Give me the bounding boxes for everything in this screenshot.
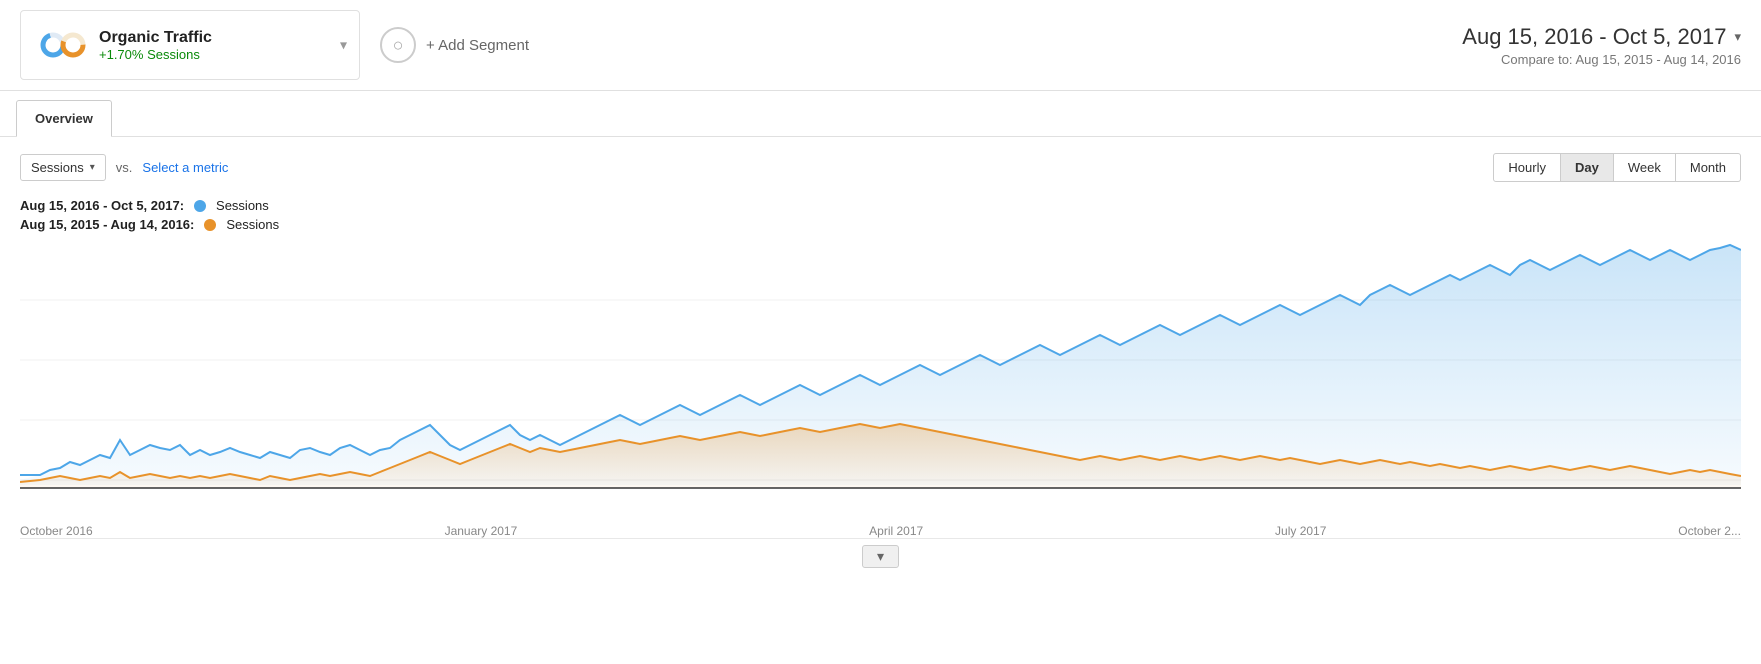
legend-row-1: Aug 15, 2016 - Oct 5, 2017: Sessions: [20, 198, 1741, 213]
x-label-oct2017: October 2...: [1678, 524, 1741, 538]
time-buttons: Hourly Day Week Month: [1493, 153, 1741, 182]
chart-container: [20, 240, 1741, 520]
vs-label: vs.: [116, 160, 133, 175]
metric-dropdown[interactable]: Sessions ▾: [20, 154, 106, 181]
add-segment-circle-icon: ○: [380, 27, 416, 63]
legend-dot-blue: [194, 200, 206, 212]
date-range-compare: Compare to: Aug 15, 2015 - Aug 14, 2016: [1462, 52, 1741, 67]
scrollbar-area: ▾: [0, 539, 1761, 574]
compare-prefix: Compare to:: [1501, 52, 1573, 67]
segment-panel: Organic Traffic +1.70% Sessions ▾ ○ + Ad…: [20, 10, 1462, 80]
metric-label: Sessions: [31, 160, 84, 175]
legend-date-1: Aug 15, 2016 - Oct 5, 2017:: [20, 198, 184, 213]
add-segment-label: + Add Segment: [426, 37, 529, 54]
x-label-jul2017: July 2017: [1275, 524, 1326, 538]
add-segment-button[interactable]: ○ + Add Segment: [380, 27, 529, 63]
segment-card[interactable]: Organic Traffic +1.70% Sessions ▾: [20, 10, 360, 80]
select-metric-link[interactable]: Select a metric: [142, 160, 228, 175]
chart-svg: [20, 240, 1741, 520]
segment-info: Organic Traffic +1.70% Sessions: [99, 29, 212, 62]
x-axis-labels: October 2016 January 2017 April 2017 Jul…: [0, 520, 1761, 538]
date-range-title[interactable]: Aug 15, 2016 - Oct 5, 2017 ▾: [1462, 24, 1741, 50]
legend-date-2: Aug 15, 2015 - Aug 14, 2016:: [20, 217, 194, 232]
tab-overview[interactable]: Overview: [16, 100, 112, 137]
sessions-pct: +1.70% Sessions: [99, 47, 212, 62]
scroll-chevron-icon[interactable]: ▾: [862, 545, 899, 568]
time-btn-hourly[interactable]: Hourly: [1493, 153, 1561, 182]
date-range-area: Aug 15, 2016 - Oct 5, 2017 ▾ Compare to:…: [1462, 24, 1741, 67]
legend-metric-1: Sessions: [216, 198, 269, 213]
metric-selector: Sessions ▾ vs. Select a metric: [20, 154, 228, 181]
legend-metric-2: Sessions: [226, 217, 279, 232]
organic-traffic-icon: [39, 21, 87, 69]
date-range-main: Aug 15, 2016 - Oct 5, 2017: [1462, 24, 1726, 50]
legend-area: Aug 15, 2016 - Oct 5, 2017: Sessions Aug…: [0, 190, 1761, 240]
segment-title: Organic Traffic: [99, 29, 212, 47]
time-btn-week[interactable]: Week: [1614, 153, 1676, 182]
date-range-chevron-icon[interactable]: ▾: [1734, 29, 1741, 45]
x-label-apr2017: April 2017: [869, 524, 923, 538]
time-btn-month[interactable]: Month: [1676, 153, 1741, 182]
tab-bar: Overview: [0, 91, 1761, 137]
legend-row-2: Aug 15, 2015 - Aug 14, 2016: Sessions: [20, 217, 1741, 232]
metric-dropdown-arrow-icon: ▾: [90, 162, 95, 173]
controls-row: Sessions ▾ vs. Select a metric Hourly Da…: [0, 137, 1761, 190]
compare-range: Aug 15, 2015 - Aug 14, 2016: [1575, 52, 1741, 67]
segment-chevron-icon[interactable]: ▾: [340, 37, 347, 54]
time-btn-day[interactable]: Day: [1561, 153, 1614, 182]
legend-dot-orange: [204, 219, 216, 231]
top-bar: Organic Traffic +1.70% Sessions ▾ ○ + Ad…: [0, 0, 1761, 91]
x-label-jan2017: January 2017: [445, 524, 518, 538]
x-label-oct2016: October 2016: [20, 524, 93, 538]
